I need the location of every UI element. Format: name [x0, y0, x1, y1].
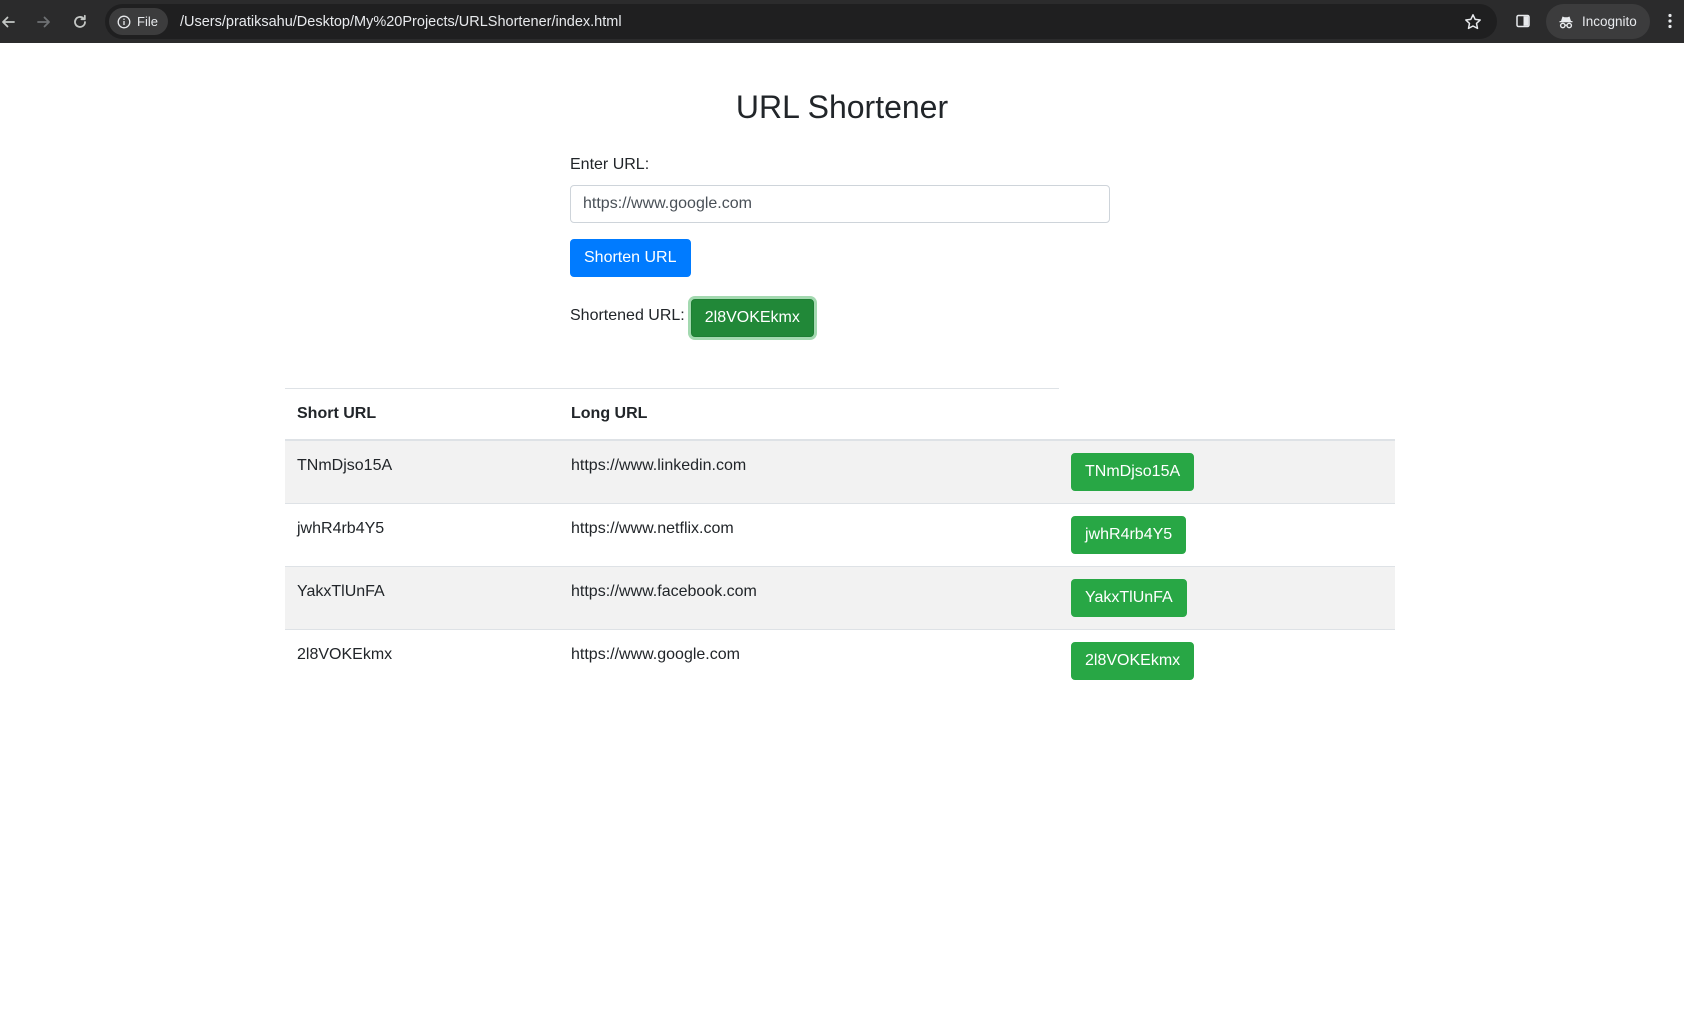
incognito-label: Incognito: [1582, 14, 1637, 29]
table-row: 2l8VOKEkmx https://www.google.com 2l8VOK…: [285, 628, 1395, 692]
action-cell: jwhR4rb4Y5: [1059, 502, 1395, 566]
incognito-icon: [1559, 16, 1573, 28]
short-url-button[interactable]: jwhR4rb4Y5: [1071, 515, 1187, 554]
header-short-url: Short URL: [285, 388, 559, 441]
side-panel-button[interactable]: [1508, 6, 1538, 36]
shortened-url-result: Shortened URL: 2l8VOKEkmx: [570, 299, 1110, 337]
short-url-button[interactable]: YakxTlUnFA: [1071, 578, 1187, 617]
action-cell: YakxTlUnFA: [1059, 565, 1395, 629]
url-input-label: Enter URL:: [570, 156, 650, 173]
long-url-cell: https://www.facebook.com: [559, 565, 1059, 629]
browser-menu-button[interactable]: [1660, 6, 1680, 36]
reload-button[interactable]: [62, 4, 98, 40]
incognito-indicator[interactable]: Incognito: [1546, 4, 1650, 39]
table-row: jwhR4rb4Y5 https://www.netflix.com jwhR4…: [285, 502, 1395, 566]
more-vert-icon: [1668, 13, 1672, 29]
short-url-cell: YakxTlUnFA: [285, 565, 559, 629]
address-bar[interactable]: File /Users/pratiksahu/Desktop/My%20Proj…: [105, 4, 1497, 39]
long-url-cell: https://www.netflix.com: [559, 502, 1059, 566]
file-chip-label: File: [137, 14, 158, 29]
long-url-cell: https://www.linkedin.com: [571, 457, 747, 474]
browser-toolbar: File /Users/pratiksahu/Desktop/My%20Proj…: [0, 0, 1684, 43]
shortened-url-button[interactable]: 2l8VOKEkmx: [690, 299, 814, 337]
arrow-left-icon: [2, 16, 15, 27]
shorten-url-button[interactable]: Shorten URL: [570, 239, 691, 277]
bookmark-button[interactable]: [1459, 8, 1487, 36]
table-row: TNmDjso15A https://www.linkedin.com TNmD…: [285, 440, 1395, 503]
action-cell: TNmDjso15A: [1059, 440, 1395, 503]
star-icon: [1465, 14, 1481, 30]
arrow-right-icon: [37, 16, 50, 27]
shortened-url-label: Shortened URL:: [570, 307, 685, 324]
action-cell: 2l8VOKEkmx: [1059, 628, 1395, 692]
short-url-button[interactable]: 2l8VOKEkmx: [1071, 641, 1195, 680]
back-button[interactable]: [0, 4, 20, 40]
forward-button[interactable]: [26, 4, 62, 40]
info-icon: [117, 15, 131, 28]
header-long-url: Long URL: [559, 388, 1059, 441]
shorten-form: Enter URL: Shorten URL Shortened URL: 2l…: [570, 155, 1110, 337]
url-table: Short URL Long URL TNmDjso15A https://ww…: [285, 388, 1395, 692]
long-url-cell: https://www.google.com: [559, 628, 1059, 692]
reload-icon: [74, 14, 86, 28]
side-panel-icon: [1516, 14, 1530, 28]
header-action: [1059, 388, 1395, 441]
url-input[interactable]: [570, 185, 1110, 223]
short-url-cell: jwhR4rb4Y5: [285, 502, 559, 566]
url-text: /Users/pratiksahu/Desktop/My%20Projects/…: [179, 13, 622, 30]
table-row: YakxTlUnFA https://www.facebook.com Yakx…: [285, 565, 1395, 629]
short-url-button[interactable]: TNmDjso15A: [1071, 453, 1195, 491]
short-url-cell: 2l8VOKEkmx: [285, 628, 559, 692]
site-info-chip[interactable]: File: [109, 8, 168, 35]
table-header-row: Short URL Long URL: [285, 388, 1395, 441]
page-title: URL Shortener: [735, 89, 949, 125]
short-url-cell: TNmDjso15A: [297, 457, 393, 474]
